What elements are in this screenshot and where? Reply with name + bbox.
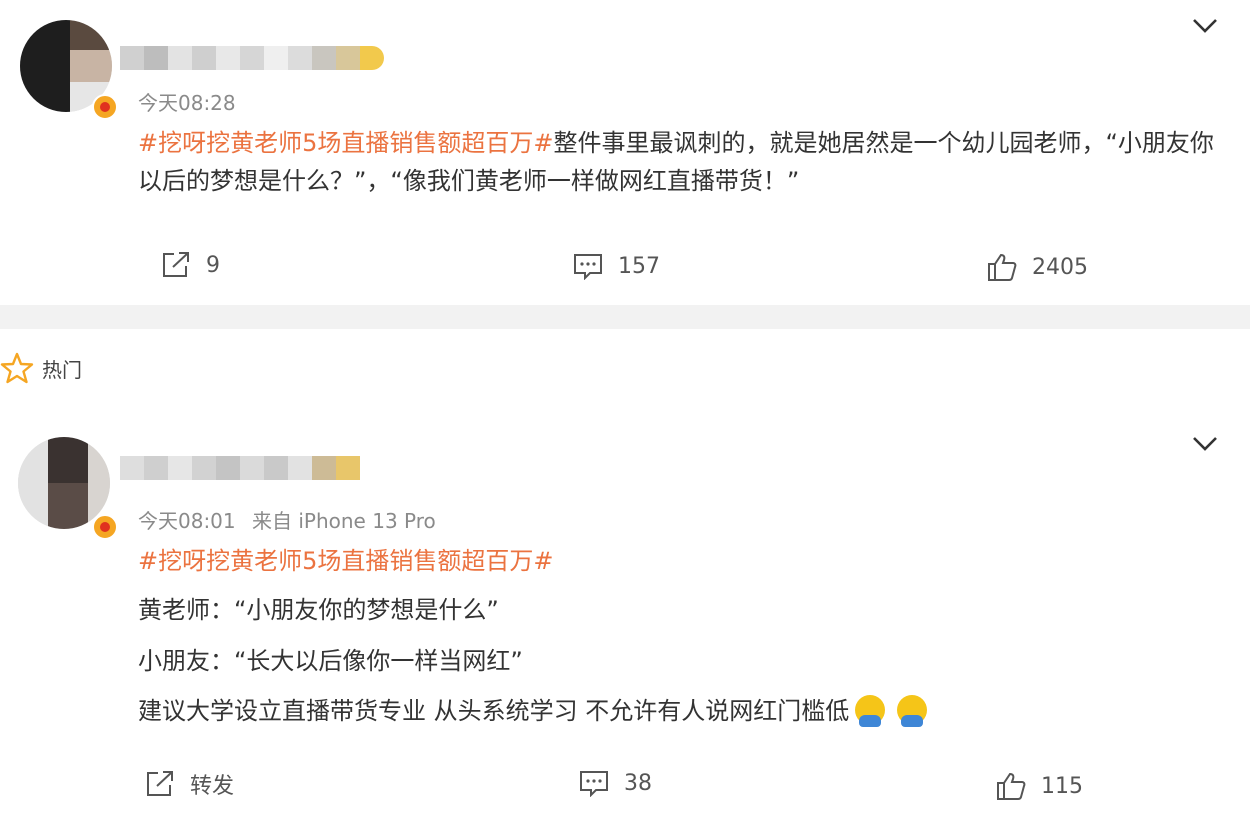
post-time: 今天08:28 [138,91,236,115]
comment-icon [580,771,608,797]
verified-badge [92,514,118,540]
username-blurred[interactable] [120,46,384,70]
thumbs-up-icon [997,772,1026,800]
emoji-icon [855,695,886,727]
comment-button[interactable]: 157 [572,252,660,280]
share-count: 9 [206,252,220,278]
comment-line-1: 黄老师：“小朋友你的梦想是什么” [138,596,499,624]
post-time: 今天08:01 [138,509,236,533]
share-icon [147,771,173,796]
post-meta: 今天08:01 来自 iPhone 13 Pro [138,505,436,534]
like-button[interactable]: 2405 [986,252,1088,282]
comment-line-3: 建议大学设立直播带货专业 从头系统学习 不允许有人说网红门槛低 [138,692,928,730]
like-count: 115 [1041,773,1083,799]
username-blurred[interactable] [120,456,360,480]
comment-icon [574,254,602,280]
comment-count: 157 [618,253,660,279]
comment-count: 38 [624,770,652,796]
like-count: 2405 [1032,254,1088,280]
hot-label: 热门 [42,357,82,382]
comment-card-1: 今天08:28 #挖呀挖黄老师5场直播销售额超百万#整件事里最讽刺的，就是她居然… [0,0,1250,305]
comment-line-3-text: 建议大学设立直播带货专业 从头系统学习 不允许有人说网红门槛低 [138,697,850,725]
share-icon [163,252,189,277]
hashtag-line: #挖呀挖黄老师5场直播销售额超百万# [138,542,554,580]
comment-button[interactable]: 38 [578,769,652,797]
section-divider [0,305,1250,329]
chevron-down-icon[interactable] [1190,434,1220,454]
avatar[interactable] [18,437,110,529]
hot-section-label: 热门 [0,352,82,384]
chevron-down-icon[interactable] [1190,16,1220,36]
thumbs-up-icon [988,253,1017,281]
share-button[interactable]: 转发 [144,768,234,800]
comment-line-2: 小朋友：“长大以后像你一样当网红” [138,647,523,675]
share-label: 转发 [190,774,235,799]
hashtag-link[interactable]: #挖呀挖黄老师5场直播销售额超百万# [138,547,554,575]
emoji-icon [897,695,928,727]
like-button[interactable]: 115 [995,771,1083,801]
post-source: 来自 iPhone 13 Pro [252,509,436,533]
share-button[interactable]: 9 [160,250,220,280]
comment-text: #挖呀挖黄老师5场直播销售额超百万#整件事里最讽刺的，就是她居然是一个幼儿园老师… [138,124,1218,200]
star-icon [0,352,34,384]
verified-badge [92,94,118,120]
hashtag-link[interactable]: #挖呀挖黄老师5场直播销售额超百万# [138,129,554,157]
